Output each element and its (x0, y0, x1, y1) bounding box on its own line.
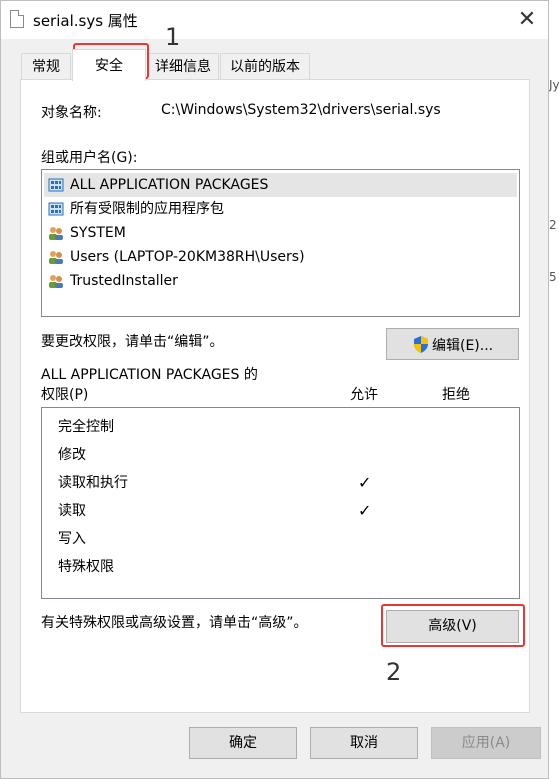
app-packages-icon (48, 178, 64, 192)
background-text: Jy (549, 78, 559, 92)
background-text: 2 (549, 218, 557, 232)
apply-button[interactable]: 应用(A) (431, 727, 541, 759)
tab-details[interactable]: 详细信息 (147, 53, 219, 79)
allow-column-header: 允许 (350, 387, 378, 403)
tab-security[interactable]: 安全 (72, 49, 146, 81)
allow-check: ✓ (358, 473, 372, 492)
ok-button[interactable]: 确定 (189, 727, 297, 759)
tab-previous-versions[interactable]: 以前的版本 (220, 53, 310, 79)
allow-check: ✓ (358, 501, 372, 520)
change-permissions-hint: 要更改权限，请单击“编辑”。 (41, 334, 224, 350)
groups-label: 组或用户名(G): (41, 150, 138, 166)
permission-name: 读取和执行 (58, 475, 128, 491)
deny-column-header: 拒绝 (442, 387, 470, 403)
table-row: 特殊权限 (58, 555, 518, 579)
list-item[interactable]: Users (LAPTOP-20KM38RH\Users) (44, 245, 517, 269)
table-row: 写入 (58, 527, 518, 551)
app-packages-icon (48, 202, 64, 216)
group-name: Users (LAPTOP-20KM38RH\Users) (70, 249, 305, 265)
title-bar[interactable]: serial.sys 属性 ✕ (1, 1, 548, 39)
group-name: 所有受限制的应用程序包 (70, 201, 224, 217)
group-name: TrustedInstaller (70, 273, 178, 289)
list-item[interactable]: ALL APPLICATION PACKAGES (44, 173, 517, 197)
file-icon (10, 10, 24, 28)
close-icon[interactable]: ✕ (514, 7, 540, 33)
step-1-label: 1 (165, 23, 181, 51)
permissions-list[interactable]: 完全控制 修改 读取和执行 ✓ 读取 ✓ 写入 特殊权限 (41, 407, 520, 599)
window-title: serial.sys 属性 (33, 12, 138, 30)
permissions-for-label: ALL APPLICATION PACKAGES 的 (41, 367, 258, 383)
permission-name: 修改 (58, 447, 86, 463)
group-name: ALL APPLICATION PACKAGES (70, 177, 269, 193)
tab-general[interactable]: 常规 (21, 53, 71, 79)
edit-button[interactable]: 编辑(E)... (386, 328, 519, 360)
list-item[interactable]: SYSTEM (44, 221, 517, 245)
users-icon (49, 251, 63, 264)
step-2-label: 2 (386, 658, 402, 686)
permission-name: 读取 (58, 503, 86, 519)
cancel-button[interactable]: 取消 (310, 727, 418, 759)
permissions-label: 权限(P) (41, 387, 89, 403)
table-row: 完全控制 (58, 415, 518, 439)
advanced-button[interactable]: 高级(V) (386, 610, 519, 643)
background-text: 5 (549, 270, 557, 284)
properties-dialog: serial.sys 属性 ✕ 常规 安全 详细信息 以前的版本 对象名称: C… (0, 0, 549, 779)
background-window-edge (549, 0, 559, 779)
advanced-hint: 有关特殊权限或高级设置，请单击“高级”。 (41, 615, 308, 631)
permission-name: 特殊权限 (58, 559, 114, 575)
shield-icon (414, 336, 428, 353)
object-name-label: 对象名称: (41, 105, 102, 121)
groups-listbox[interactable]: ALL APPLICATION PACKAGES 所有受限制的应用程序包 SYS… (41, 169, 520, 317)
permission-name: 完全控制 (58, 419, 114, 435)
list-item[interactable]: 所有受限制的应用程序包 (44, 197, 517, 221)
table-row: 读取和执行 ✓ (58, 471, 518, 495)
table-row: 修改 (58, 443, 518, 467)
group-name: SYSTEM (70, 225, 126, 241)
users-icon (49, 227, 63, 240)
permission-name: 写入 (58, 531, 86, 547)
list-item[interactable]: TrustedInstaller (44, 269, 517, 293)
object-name-value: C:\Windows\System32\drivers\serial.sys (161, 102, 441, 118)
edit-button-label: 编辑(E)... (432, 338, 494, 354)
table-row: 读取 ✓ (58, 499, 518, 523)
users-icon (49, 275, 63, 288)
